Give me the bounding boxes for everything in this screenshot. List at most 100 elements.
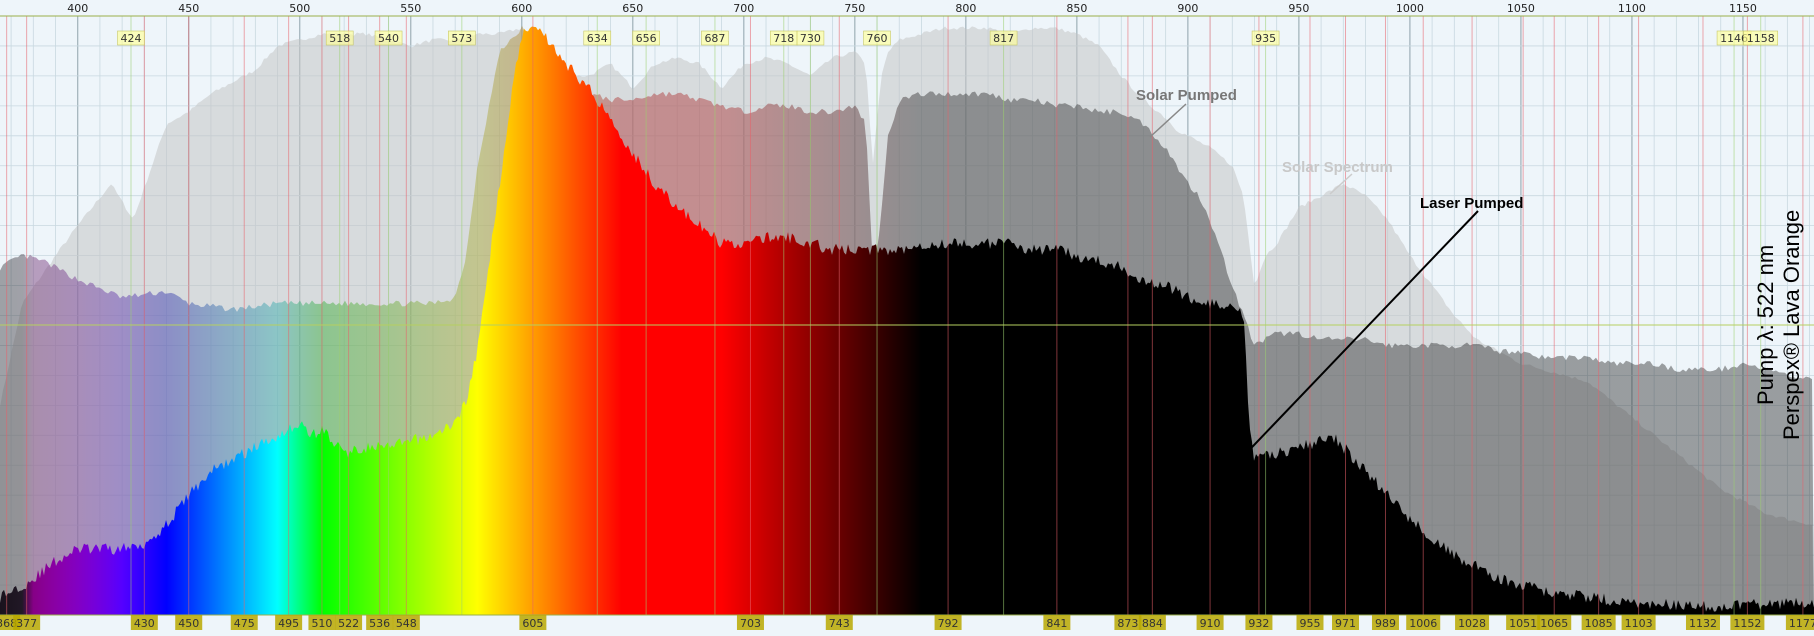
- x-tick-label: 400: [67, 2, 88, 15]
- top-peak-label: 687: [701, 30, 729, 46]
- bottom-peak-label: 1103: [1621, 615, 1656, 630]
- bottom-peak-label: 873: [1114, 615, 1142, 630]
- x-tick-label: 500: [289, 2, 310, 15]
- x-tick-label: 700: [733, 2, 754, 15]
- x-tick-label: 550: [400, 2, 421, 15]
- bottom-peak-label: 548: [392, 615, 420, 630]
- top-peak-label: 518: [325, 30, 354, 46]
- bottom-peak-label: 1028: [1455, 615, 1490, 630]
- bottom-peak-label-text: 495: [278, 617, 299, 630]
- x-tick-label: 1150: [1729, 2, 1757, 15]
- bottom-peak-label-text: 475: [234, 617, 255, 630]
- pump-wavelength-title: Pump λ: 522 nm: [1753, 245, 1778, 405]
- x-tick-label: 800: [955, 2, 976, 15]
- bottom-peak-label: 1152: [1730, 615, 1765, 630]
- material-title: Perspex® Lava Orange: [1779, 210, 1804, 440]
- bottom-peak-label: 1177: [1785, 615, 1814, 630]
- bottom-peak-label: 1006: [1406, 615, 1441, 630]
- bottom-peak-label-text: 430: [134, 617, 155, 630]
- top-peak-label: 573: [448, 30, 476, 46]
- bottom-peak-label-text: 1028: [1458, 617, 1486, 630]
- bottom-peak-label: 841: [1043, 615, 1071, 630]
- bottom-peak-label-text: 884: [1142, 617, 1163, 630]
- top-peak-label-text: 718: [773, 32, 794, 45]
- top-peak-label: 540: [374, 30, 403, 46]
- bottom-peak-label-text: 792: [938, 617, 959, 630]
- top-peak-label-text: 424: [120, 32, 141, 45]
- bottom-peak-label: 743: [825, 615, 853, 630]
- bottom-peak-label-text: 989: [1375, 617, 1396, 630]
- bottom-peak-label: 971: [1332, 615, 1360, 630]
- x-tick-label: 1100: [1618, 2, 1646, 15]
- top-peak-label-text: 687: [704, 32, 725, 45]
- bottom-peak-label: 510: [308, 615, 336, 630]
- bottom-peak-label-text: 605: [522, 617, 543, 630]
- bottom-peak-label-text: 910: [1200, 617, 1221, 630]
- bottom-peak-label: 1065: [1537, 615, 1572, 630]
- bottom-peak-label: 522: [335, 615, 363, 630]
- top-peak-label: 730: [796, 30, 825, 46]
- bottom-peak-label-text: 548: [396, 617, 417, 630]
- bottom-peak-label-text: 932: [1248, 617, 1269, 630]
- top-peak-label: 656: [632, 30, 660, 46]
- bottom-peak-label: 989: [1371, 615, 1399, 630]
- bottom-peak-label: 1085: [1581, 615, 1616, 630]
- bottom-peak-label-text: 955: [1299, 617, 1320, 630]
- x-tick-label: 950: [1288, 2, 1309, 15]
- bottom-peak-label: 884: [1138, 615, 1166, 630]
- top-peak-label-text: 760: [867, 32, 888, 45]
- bottom-peak-label-text: 1085: [1585, 617, 1613, 630]
- x-tick-label: 850: [1066, 2, 1087, 15]
- top-peak-label-text: 634: [587, 32, 608, 45]
- bottom-peak-label: 475: [230, 615, 258, 630]
- top-peak-label-text: 1158: [1747, 32, 1775, 45]
- bottom-peak-label: 430: [130, 615, 158, 630]
- top-peak-label-text: 518: [329, 32, 350, 45]
- bottom-peak-label-text: 522: [338, 617, 359, 630]
- bottom-peak-label: 1051: [1506, 615, 1541, 630]
- bottom-peak-label-text: 971: [1335, 617, 1356, 630]
- top-peak-label-text: 656: [636, 32, 657, 45]
- bottom-peak-label-text: 377: [16, 617, 37, 630]
- bottom-peak-label: 536: [366, 615, 394, 630]
- fluorescence-spectrum-chart: 400 450 500 550 600 650 700 750 800 850 900 950 1000…: [0, 0, 1814, 636]
- top-peak-label: 634: [583, 30, 612, 46]
- bottom-peak-label: 495: [275, 615, 303, 630]
- bottom-peak-label: 605: [519, 615, 547, 630]
- solar-pumped-label: Solar Pumped: [1136, 87, 1237, 104]
- bottom-peak-label-text: 1177: [1789, 617, 1814, 630]
- x-tick-label: 1050: [1507, 2, 1535, 15]
- top-peak-label-text: 540: [378, 32, 399, 45]
- top-peak-label: 1158: [1743, 30, 1779, 46]
- bottom-peak-label-text: 841: [1046, 617, 1067, 630]
- bottom-peak-label-text: 1065: [1540, 617, 1568, 630]
- x-tick-label: 600: [511, 2, 532, 15]
- bottom-peak-label-text: 1152: [1733, 617, 1761, 630]
- bottom-peak-label-text: 703: [740, 617, 761, 630]
- bottom-peak-label-text: 450: [178, 617, 199, 630]
- solar-spectrum-label: Solar Spectrum: [1282, 159, 1393, 176]
- top-peak-label-text: 730: [800, 32, 821, 45]
- laser-pumped-label: Laser Pumped: [1420, 195, 1523, 212]
- bottom-peak-label: 450: [175, 615, 203, 630]
- bottom-peak-label: 932: [1245, 615, 1273, 630]
- bottom-peak-label-text: 1132: [1689, 617, 1717, 630]
- top-peak-label: 424: [117, 30, 145, 46]
- top-peak-label-text: 935: [1255, 32, 1276, 45]
- top-peak-label: 817: [989, 30, 1018, 46]
- bottom-peak-label-text: 1103: [1625, 617, 1653, 630]
- top-peak-label: 935: [1251, 30, 1280, 46]
- bottom-peak-label-text: 536: [369, 617, 390, 630]
- bottom-peak-label: 377: [13, 615, 41, 630]
- bottom-peak-label: 910: [1196, 615, 1224, 630]
- bottom-peak-label-text: 1006: [1409, 617, 1437, 630]
- x-tick-label: 1000: [1396, 2, 1424, 15]
- bottom-peak-label-text: 873: [1117, 617, 1138, 630]
- bottom-peak-label: 792: [934, 615, 962, 630]
- bottom-peak-label: 955: [1296, 615, 1324, 630]
- bottom-peak-label-text: 1051: [1509, 617, 1537, 630]
- x-tick-label: 900: [1177, 2, 1198, 15]
- bottom-peak-label: 1132: [1685, 615, 1720, 630]
- top-peak-label-text: 817: [993, 32, 1014, 45]
- x-tick-label: 750: [844, 2, 865, 15]
